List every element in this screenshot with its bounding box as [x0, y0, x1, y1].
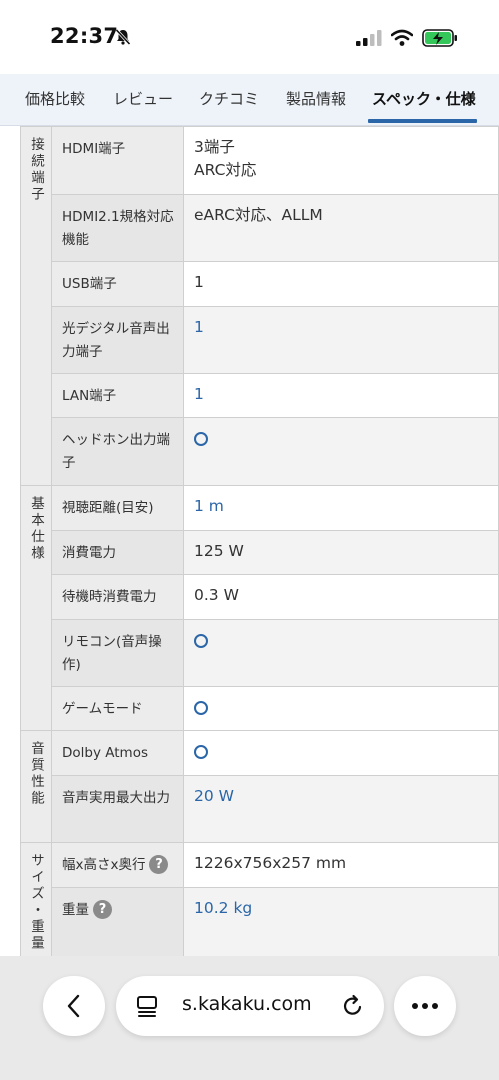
signal-icon	[356, 30, 382, 46]
spec-name: HDMI端子	[51, 126, 184, 195]
spec-row: サイズ・重量 幅x高さx奥行? 1226x756x257 mm	[20, 842, 499, 956]
spec-value-link[interactable]: 1	[183, 306, 499, 374]
page-menu-icon	[137, 996, 157, 1017]
spec-row: 接続端子 HDMI端子 3端子 ARC対応	[20, 126, 499, 486]
spec-value-link[interactable]: 20 W	[183, 775, 499, 843]
spec-row: 音質性能 Dolby Atmos	[20, 730, 499, 843]
spec-value: 125 W	[183, 530, 499, 575]
spec-row: 消費電力 125 W	[21, 530, 499, 575]
spec-row: ヘッドホン出力端子	[21, 417, 499, 486]
spec-row: ゲームモード	[21, 686, 499, 731]
circle-mark-icon	[194, 745, 208, 759]
spec-value: 3端子 ARC対応	[183, 126, 499, 195]
tab-product-info[interactable]: 製品情報	[286, 88, 346, 109]
help-icon[interactable]: ?	[149, 855, 169, 874]
spec-name: USB端子	[51, 261, 184, 307]
circle-mark-icon	[194, 701, 208, 715]
spec-row: 待機時消費電力 0.3 W	[21, 574, 499, 620]
reload-icon[interactable]	[342, 994, 364, 1018]
spec-name: 待機時消費電力	[51, 574, 184, 620]
spec-row: 基本仕様 視聴距離(目安) 1 m	[20, 485, 499, 731]
spec-row: LAN端子 1	[21, 373, 499, 418]
wifi-icon	[391, 29, 413, 46]
spec-value	[183, 619, 499, 687]
status-time: 22:37	[50, 24, 119, 48]
spec-name: リモコン(音声操作)	[51, 619, 184, 687]
tab-review[interactable]: レビュー	[113, 88, 173, 109]
spec-row: 重量? 10.2 kg	[21, 887, 499, 956]
more-dots-icon	[412, 1003, 438, 1009]
spec-name-text: 幅x高さx奥行	[62, 857, 146, 873]
back-button[interactable]	[43, 976, 105, 1036]
help-icon[interactable]: ?	[93, 900, 112, 919]
spec-name: 消費電力	[51, 530, 184, 575]
spec-row: 光デジタル音声出力端子 1	[21, 306, 499, 374]
spec-name: 幅x高さx奥行?	[51, 842, 184, 888]
category-cell: 接続端子	[20, 126, 52, 486]
spec-row: USB端子 1	[21, 261, 499, 307]
spec-name: LAN端子	[51, 373, 184, 418]
more-button[interactable]	[394, 976, 456, 1036]
category-cell: サイズ・重量	[20, 842, 52, 956]
spec-row: 音声実用最大出力 20 W	[21, 775, 499, 843]
spec-row: リモコン(音声操作)	[21, 619, 499, 687]
spec-name-text: 重量	[62, 902, 89, 918]
chevron-left-icon	[67, 994, 80, 1018]
tab-spec[interactable]: スペック・仕様	[372, 88, 476, 109]
category-label: 音質性能	[28, 741, 44, 807]
spec-name: Dolby Atmos	[51, 730, 184, 776]
category-label: サイズ・重量	[28, 853, 44, 952]
spec-name: 重量?	[51, 887, 184, 956]
spec-table: 接続端子 HDMI端子 3端子 ARC対応 HDMI2.1規格対応機能 eARC…	[20, 126, 499, 956]
spec-name: 音声実用最大出力	[51, 775, 184, 843]
spec-value: 0.3 W	[183, 574, 499, 620]
category-cell: 音質性能	[20, 730, 52, 843]
tab-price-compare[interactable]: 価格比較	[25, 88, 85, 109]
spec-row: HDMI2.1規格対応機能 eARC対応、ALLM	[21, 194, 499, 262]
spec-value-link[interactable]: 10.2 kg	[183, 887, 499, 956]
spec-name: HDMI2.1規格対応機能	[51, 194, 184, 262]
spec-name: ゲームモード	[51, 686, 184, 731]
bell-muted-icon	[115, 28, 131, 46]
spec-name: 視聴距離(目安)	[51, 485, 184, 531]
category-label: 接続端子	[28, 137, 44, 203]
battery-charging-icon	[422, 29, 457, 47]
circle-mark-icon	[194, 432, 208, 446]
status-bar: 22:37	[0, 0, 499, 74]
spec-value-link[interactable]: 1 m	[183, 485, 499, 531]
browser-toolbar: s.kakaku.com	[0, 956, 499, 1080]
category-cell: 基本仕様	[20, 485, 52, 731]
tab-bar: 価格比較 レビュー クチコミ 製品情報 スペック・仕様	[0, 74, 499, 126]
spec-value: 1226x756x257 mm	[183, 842, 499, 888]
spec-value: eARC対応、ALLM	[183, 194, 499, 262]
spec-value	[183, 730, 499, 776]
spec-name: 光デジタル音声出力端子	[51, 306, 184, 374]
address-bar[interactable]: s.kakaku.com	[116, 976, 384, 1036]
spec-name: ヘッドホン出力端子	[51, 417, 184, 486]
spec-value-link[interactable]: 1	[183, 373, 499, 418]
circle-mark-icon	[194, 634, 208, 648]
category-label: 基本仕様	[28, 496, 44, 562]
spec-value: 1	[183, 261, 499, 307]
spec-area[interactable]: 接続端子 HDMI端子 3端子 ARC対応 HDMI2.1規格対応機能 eARC…	[0, 126, 499, 956]
url-text: s.kakaku.com	[182, 993, 312, 1015]
tab-kuchikomi[interactable]: クチコミ	[199, 88, 259, 109]
active-tab-indicator	[368, 119, 477, 123]
spec-value	[183, 417, 499, 486]
spec-value	[183, 686, 499, 731]
